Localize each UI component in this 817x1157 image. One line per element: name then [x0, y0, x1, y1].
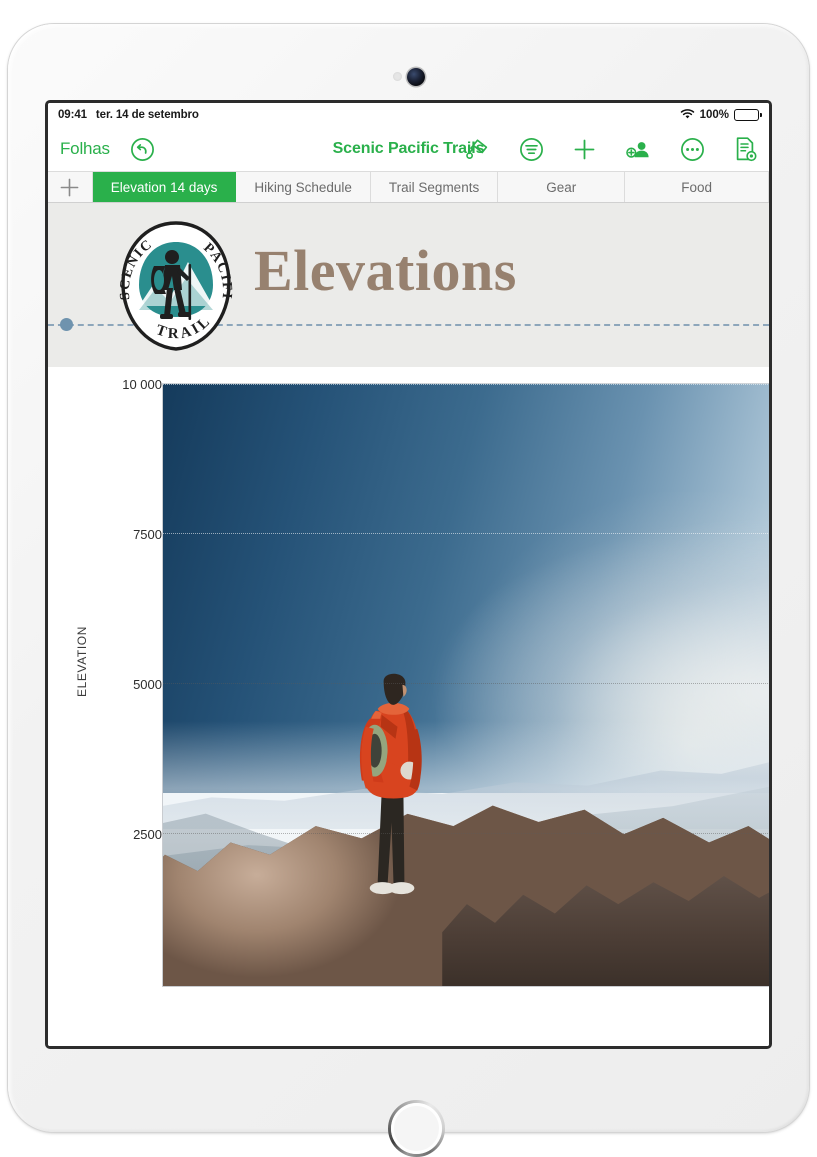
home-button[interactable]	[388, 1100, 445, 1157]
paintbrush-icon[interactable]	[465, 137, 491, 161]
sheet-tab-label: Elevation 14 days	[110, 179, 218, 195]
screen-bezel: 09:41 ter. 14 de setembro 100% Folhas Sc…	[45, 100, 772, 1049]
chart-plot-area[interactable]	[162, 383, 769, 987]
sheet-tab-food[interactable]: Food	[625, 172, 769, 202]
ipad-screen: 09:41 ter. 14 de setembro 100% Folhas Sc…	[48, 103, 769, 1046]
status-date: ter. 14 de setembro	[95, 109, 199, 121]
hiker-on-mountain-summit-photo	[163, 384, 769, 986]
hiker-figure	[348, 667, 439, 938]
toolbar-actions	[465, 136, 757, 162]
sheet-tab-elevation-14-days[interactable]: Elevation 14 days	[92, 172, 237, 202]
status-bar: 09:41 ter. 14 de setembro 100%	[48, 103, 769, 127]
battery-icon	[734, 109, 762, 121]
y-tick-label: 10 000	[122, 377, 162, 392]
sheet-tab-trail-segments[interactable]: Trail Segments	[370, 172, 499, 202]
elevation-chart: ELEVATION 10 000 7500 5000 2500	[48, 367, 769, 1046]
add-sheet-button[interactable]	[48, 172, 93, 202]
y-axis-title: ELEVATION	[75, 626, 89, 697]
selection-handle[interactable]	[60, 318, 73, 331]
battery-percentage: 100%	[699, 109, 729, 121]
front-camera	[407, 68, 425, 86]
document-icon[interactable]	[733, 136, 757, 162]
sheet-tab-bar: Elevation 14 days Hiking Schedule Trail …	[48, 171, 769, 203]
sheet-title: Elevations	[254, 238, 517, 303]
sheet-tab-label: Gear	[546, 179, 577, 195]
format-circle-icon[interactable]	[519, 137, 544, 162]
add-person-icon[interactable]	[625, 137, 652, 162]
y-tick-label: 5000	[133, 677, 162, 692]
status-right-group: 100%	[680, 108, 762, 123]
sheet-tab-label: Hiking Schedule	[254, 179, 352, 195]
scenic-pacific-trails-logo: SCENIC PACIFIC TRAILS	[104, 206, 242, 354]
back-to-sheets-button[interactable]: Folhas	[60, 139, 110, 159]
sheet-tab-label: Food	[681, 179, 712, 195]
wifi-icon	[680, 108, 695, 123]
sheet-tab-label: Trail Segments	[388, 179, 480, 195]
y-tick-label: 2500	[133, 827, 162, 842]
sheet-tab-hiking-schedule[interactable]: Hiking Schedule	[236, 172, 371, 202]
undo-icon[interactable]	[130, 137, 155, 162]
app-toolbar: Folhas Scenic Pacific Trails	[48, 127, 769, 171]
ellipsis-circle-icon[interactable]	[680, 137, 705, 162]
sheet-tab-gear[interactable]: Gear	[498, 172, 626, 202]
ambient-light-sensor	[393, 72, 402, 81]
plus-icon[interactable]	[572, 137, 597, 162]
status-time: 09:41	[58, 109, 87, 121]
y-axis-ticks: 10 000 7500 5000 2500	[90, 367, 162, 1046]
sheet-header-band: SCENIC PACIFIC TRAILS Elevations	[48, 203, 769, 367]
y-tick-label: 7500	[133, 527, 162, 542]
